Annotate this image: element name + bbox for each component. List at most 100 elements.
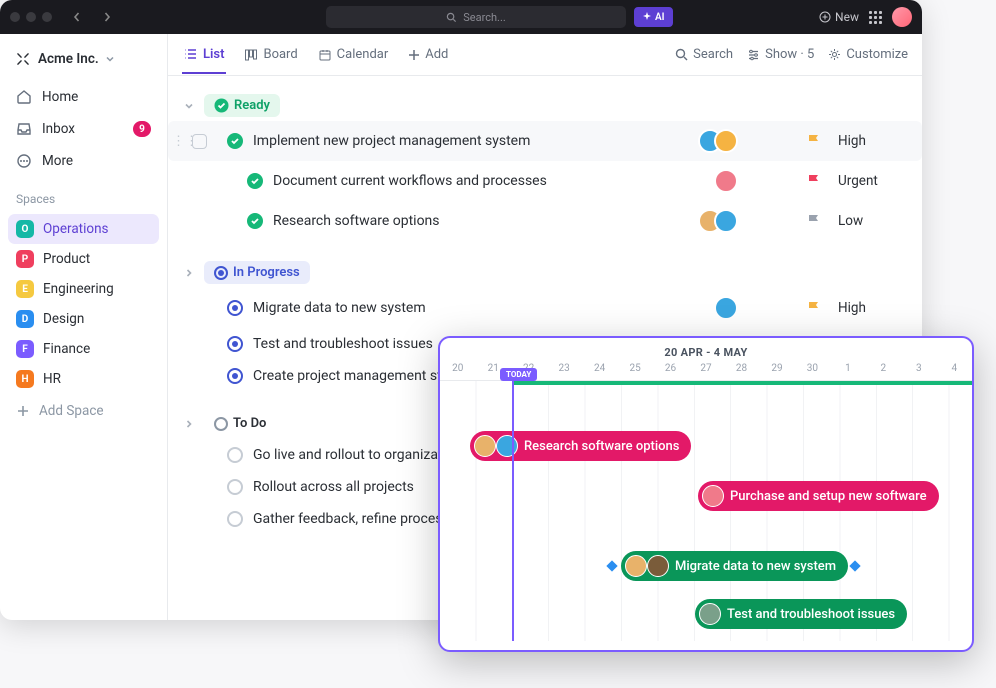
status-pill[interactable]: To Do bbox=[204, 412, 276, 435]
show-button[interactable]: Show · 5 bbox=[747, 47, 814, 62]
priority-flag-icon[interactable] bbox=[806, 173, 822, 189]
status-open-icon[interactable] bbox=[227, 511, 243, 527]
task-row[interactable]: ⋮⋮ Implement new project management syst… bbox=[168, 121, 922, 161]
task-row[interactable]: ⋮⋮ Migrate data to new system High bbox=[168, 288, 922, 328]
forward-button[interactable] bbox=[96, 6, 118, 28]
space-operations[interactable]: OOperations bbox=[8, 214, 159, 244]
space-badge: F bbox=[16, 340, 34, 358]
chevron-down-icon bbox=[105, 54, 115, 64]
drag-handle[interactable]: ⋮⋮ bbox=[172, 134, 184, 149]
date-column: 28 bbox=[724, 363, 759, 380]
task-name[interactable]: Implement new project management system bbox=[251, 133, 690, 149]
back-button[interactable] bbox=[66, 6, 88, 28]
workspace-name: Acme Inc. bbox=[38, 51, 99, 67]
priority-flag-icon[interactable] bbox=[806, 213, 822, 229]
sidebar-item-inbox[interactable]: Inbox 9 bbox=[8, 114, 159, 144]
milestone-diamond[interactable] bbox=[606, 560, 617, 571]
search-button[interactable]: Search bbox=[675, 47, 733, 62]
status-open-icon[interactable] bbox=[227, 479, 243, 495]
apps-grid-icon[interactable] bbox=[869, 11, 882, 24]
task-name[interactable]: Document current workflows and processes bbox=[271, 173, 706, 189]
status-done-icon[interactable] bbox=[247, 213, 263, 229]
status-pill[interactable]: In Progress bbox=[204, 261, 310, 284]
date-column: 25 bbox=[617, 363, 652, 380]
timeline-bar[interactable]: Purchase and setup new software bbox=[698, 481, 939, 511]
collapse-caret[interactable] bbox=[182, 99, 196, 113]
date-column: 3 bbox=[901, 363, 936, 380]
timeline-bar-label: Migrate data to new system bbox=[675, 559, 836, 574]
view-board[interactable]: Board bbox=[242, 37, 299, 72]
more-icon bbox=[16, 153, 32, 169]
task-row[interactable]: ⋮⋮ Research software options Low bbox=[168, 201, 922, 241]
assignee-avatar[interactable] bbox=[714, 296, 738, 320]
status-done-icon[interactable] bbox=[247, 173, 263, 189]
status-pill[interactable]: Ready bbox=[204, 94, 280, 117]
space-finance[interactable]: FFinance bbox=[8, 334, 159, 364]
status-progress-icon[interactable] bbox=[227, 300, 243, 316]
assignee-avatar[interactable] bbox=[714, 169, 738, 193]
task-name[interactable]: Research software options bbox=[271, 213, 690, 229]
customize-button[interactable]: Customize bbox=[828, 47, 908, 62]
space-name: Product bbox=[43, 251, 90, 267]
space-design[interactable]: DDesign bbox=[8, 304, 159, 334]
space-hr[interactable]: HHR bbox=[8, 364, 159, 394]
task-name[interactable]: Migrate data to new system bbox=[251, 300, 706, 316]
window-titlebar: Search... AI New bbox=[0, 0, 922, 34]
calendar-icon bbox=[318, 48, 332, 62]
priority-flag-icon[interactable] bbox=[806, 300, 822, 316]
sidebar-item-more[interactable]: More bbox=[8, 146, 159, 176]
status-done-icon[interactable] bbox=[227, 133, 243, 149]
date-column: 2 bbox=[866, 363, 901, 380]
assignee-avatar[interactable] bbox=[714, 129, 738, 153]
timeline-bar[interactable]: Research software options bbox=[470, 431, 691, 461]
board-icon bbox=[244, 48, 258, 62]
task-checkbox[interactable] bbox=[192, 134, 207, 149]
status-open-icon[interactable] bbox=[227, 447, 243, 463]
date-column: 27 bbox=[688, 363, 723, 380]
assignee-avatar bbox=[496, 435, 518, 457]
status-progress-icon[interactable] bbox=[227, 368, 243, 384]
status-progress-icon[interactable] bbox=[227, 336, 243, 352]
timeline-range: 20 APR - 4 MAY bbox=[440, 338, 972, 363]
ai-button[interactable]: AI bbox=[634, 7, 673, 27]
new-button[interactable]: New bbox=[819, 10, 859, 24]
today-line bbox=[512, 381, 514, 641]
inbox-count-badge: 9 bbox=[133, 121, 151, 137]
add-view-button[interactable]: Add bbox=[406, 37, 450, 72]
timeline-progress-bar bbox=[512, 381, 972, 385]
timeline-bar[interactable]: Migrate data to new system bbox=[621, 551, 848, 581]
assignee-avatar bbox=[625, 555, 647, 577]
priority-flag-icon[interactable] bbox=[806, 133, 822, 149]
task-row[interactable]: ⋮⋮ Document current workflows and proces… bbox=[168, 161, 922, 201]
collapse-caret[interactable] bbox=[182, 417, 196, 431]
timeline-bar-label: Research software options bbox=[524, 439, 679, 454]
assignee-avatar bbox=[474, 435, 496, 457]
view-calendar[interactable]: Calendar bbox=[316, 37, 391, 72]
global-search[interactable]: Search... bbox=[326, 6, 626, 28]
space-engineering[interactable]: EEngineering bbox=[8, 274, 159, 304]
date-column: 30 bbox=[795, 363, 830, 380]
view-toolbar: List Board Calendar Add Search Show · 5 bbox=[168, 34, 922, 76]
plus-circle-icon bbox=[819, 11, 831, 23]
date-column: 23 bbox=[546, 363, 581, 380]
space-badge: O bbox=[16, 220, 34, 238]
view-list[interactable]: List bbox=[182, 37, 226, 74]
today-marker: TODAY bbox=[500, 368, 537, 381]
timeline-bar[interactable]: Test and troubleshoot issues bbox=[695, 599, 907, 629]
collapse-caret[interactable] bbox=[182, 266, 196, 280]
sidebar-item-home[interactable]: Home bbox=[8, 82, 159, 112]
search-icon bbox=[675, 48, 688, 61]
window-controls[interactable] bbox=[10, 12, 52, 22]
add-space-button[interactable]: Add Space bbox=[8, 396, 159, 426]
user-avatar[interactable] bbox=[892, 7, 912, 27]
priority-label: High bbox=[838, 133, 908, 149]
group-header[interactable]: In Progress bbox=[168, 257, 922, 288]
workspace-switcher[interactable]: Acme Inc. bbox=[8, 44, 159, 80]
group-header[interactable]: Ready bbox=[168, 90, 922, 121]
date-column: 20 bbox=[440, 363, 475, 380]
timeline-body[interactable]: Research software options Purchase and se… bbox=[440, 381, 972, 641]
space-product[interactable]: PProduct bbox=[8, 244, 159, 274]
assignee-avatar bbox=[647, 555, 669, 577]
milestone-diamond[interactable] bbox=[849, 560, 860, 571]
assignee-avatar[interactable] bbox=[714, 209, 738, 233]
